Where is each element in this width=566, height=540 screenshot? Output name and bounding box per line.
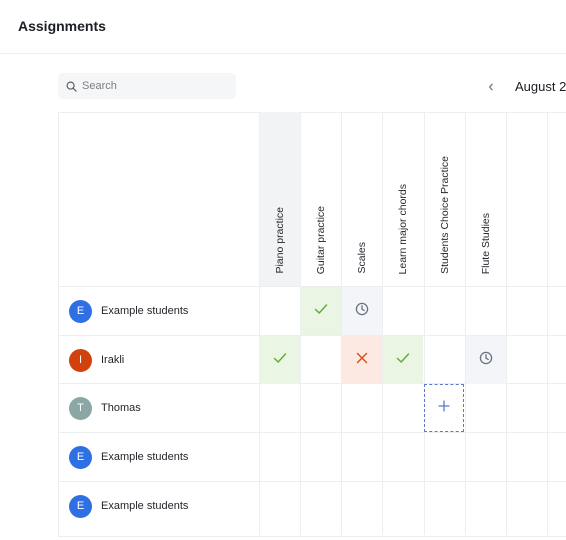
student-name: Example students bbox=[101, 500, 189, 512]
search-box[interactable] bbox=[58, 73, 236, 99]
cell-completed[interactable] bbox=[383, 336, 423, 384]
grid-line bbox=[506, 112, 507, 535]
student-row[interactable]: I Irakli bbox=[58, 336, 258, 384]
column-header-guitar-practice[interactable]: Guitar practice bbox=[301, 112, 341, 286]
plus-icon bbox=[438, 399, 450, 417]
previous-period-button[interactable] bbox=[482, 78, 500, 96]
column-header-label: Piano practice bbox=[274, 207, 286, 274]
search-input[interactable] bbox=[82, 80, 222, 92]
student-row[interactable]: T Thomas bbox=[58, 384, 258, 432]
cross-icon bbox=[356, 351, 368, 369]
chevron-left-icon bbox=[487, 78, 495, 96]
add-assignment-button[interactable] bbox=[424, 384, 464, 432]
column-header-learn-major-chords[interactable]: Learn major chords bbox=[383, 112, 423, 286]
cell-pending[interactable] bbox=[466, 336, 506, 384]
avatar: E bbox=[69, 299, 92, 323]
check-icon bbox=[396, 351, 410, 369]
column-header-flute-studies[interactable]: Flute Studies bbox=[466, 112, 506, 286]
avatar: T bbox=[69, 396, 92, 420]
column-header-students-choice-practice[interactable]: Students Choice Practice bbox=[425, 112, 465, 286]
student-name: Thomas bbox=[101, 402, 141, 414]
column-header-label: Students Choice Practice bbox=[439, 156, 451, 274]
avatar: E bbox=[69, 445, 92, 469]
period-label: August 2 bbox=[515, 79, 566, 94]
grid-line bbox=[547, 112, 548, 535]
column-header-label: Guitar practice bbox=[315, 205, 327, 274]
check-icon bbox=[273, 351, 287, 369]
top-bar: Assignments bbox=[0, 0, 566, 54]
avatar: I bbox=[69, 348, 92, 372]
student-name: Irakli bbox=[101, 354, 125, 366]
column-header-piano-practice[interactable]: Piano practice bbox=[260, 112, 300, 286]
page-title: Assignments bbox=[18, 18, 106, 34]
cell-completed[interactable] bbox=[301, 287, 341, 335]
search-icon bbox=[66, 81, 77, 92]
clock-icon bbox=[355, 302, 369, 321]
student-row[interactable]: E Example students bbox=[58, 482, 258, 530]
student-row[interactable]: E Example students bbox=[58, 433, 258, 481]
cell-missed[interactable] bbox=[342, 336, 382, 384]
student-name: Example students bbox=[101, 451, 189, 463]
check-icon bbox=[314, 302, 328, 320]
column-header-label: Flute Studies bbox=[480, 212, 492, 274]
column-header-label: Scales bbox=[356, 242, 368, 274]
cell-pending[interactable] bbox=[342, 287, 382, 335]
student-name: Example students bbox=[101, 305, 189, 317]
cell-completed[interactable] bbox=[260, 336, 300, 384]
clock-icon bbox=[479, 351, 493, 370]
column-header-scales[interactable]: Scales bbox=[342, 112, 382, 286]
column-header-label: Learn major chords bbox=[397, 183, 409, 274]
student-row[interactable]: E Example students bbox=[58, 287, 258, 335]
avatar: E bbox=[69, 494, 92, 518]
